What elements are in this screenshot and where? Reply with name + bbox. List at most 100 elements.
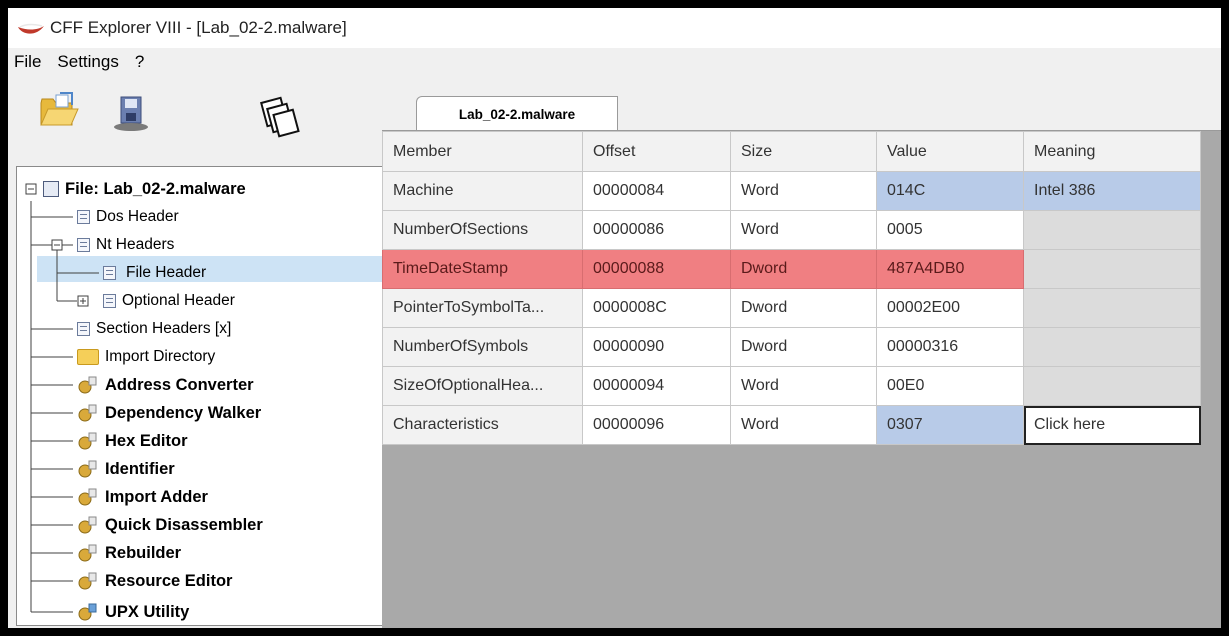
member-cell[interactable]: PointerToSymbolTa... [382, 288, 583, 328]
tree-item-identifier[interactable]: Identifier [77, 456, 175, 482]
tree-item-label: File Header [122, 264, 211, 282]
value-cell[interactable]: 00000316 [876, 327, 1024, 367]
offset-cell[interactable]: 0000008C [582, 288, 731, 328]
header-grid-area: Member Offset Size Value Meaning Machine… [382, 130, 1221, 628]
meaning-cell[interactable]: Intel 386 [1023, 171, 1201, 211]
member-cell[interactable]: Characteristics [382, 405, 583, 445]
meaning-cell [1023, 366, 1201, 406]
doc-icon [103, 294, 116, 308]
offset-cell[interactable]: 00000094 [582, 366, 731, 406]
tree-item-label: Import Directory [105, 348, 216, 365]
tree-item-file-header[interactable]: File Header [103, 260, 211, 286]
member-cell[interactable]: Machine [382, 171, 583, 211]
tree-item-label: Identifier [105, 459, 175, 478]
offset-cell[interactable]: 00000086 [582, 210, 731, 250]
file-header-table: Member Offset Size Value Meaning Machine… [382, 131, 1201, 445]
member-cell[interactable]: NumberOfSymbols [382, 327, 583, 367]
tree-item-address-converter[interactable]: Address Converter [77, 372, 254, 398]
cascade-windows-icon [260, 96, 300, 138]
window-title: CFF Explorer VIII - [Lab_02-2.malware] [50, 18, 347, 37]
tree-item-label: Rebuilder [105, 543, 182, 562]
table-row[interactable]: NumberOfSymbols 00000090 Dword 00000316 [382, 327, 1201, 367]
table-row[interactable]: Characteristics 00000096 Word 0307 Click… [382, 405, 1201, 445]
tree-item-nt-headers[interactable]: Nt Headers [77, 232, 174, 258]
tool-icon [78, 544, 97, 562]
value-cell[interactable]: 014C [876, 171, 1024, 211]
tree-item-dependency-walker[interactable]: Dependency Walker [77, 400, 261, 426]
tree-item-label: Address Converter [105, 375, 254, 394]
tree-item-hex-editor[interactable]: Hex Editor [77, 428, 188, 454]
tree-item-label: Dependency Walker [105, 403, 262, 422]
offset-cell[interactable]: 00000096 [582, 405, 731, 445]
tree-root[interactable]: File: Lab_02-2.malware [43, 176, 246, 202]
value-cell[interactable]: 00002E00 [876, 288, 1024, 328]
tree-item-rebuilder[interactable]: Rebuilder [77, 540, 181, 566]
size-cell[interactable]: Word [730, 210, 877, 250]
tool-icon [78, 603, 97, 621]
offset-cell[interactable]: 00000084 [582, 171, 731, 211]
tree-item-dos-header[interactable]: Dos Header [77, 204, 179, 230]
column-header-member[interactable]: Member [382, 131, 583, 172]
tree-item-optional-header[interactable]: Optional Header [103, 288, 235, 314]
column-header-meaning[interactable]: Meaning [1023, 131, 1201, 172]
size-cell[interactable]: Dword [730, 327, 877, 367]
member-cell[interactable]: SizeOfOptionalHea... [382, 366, 583, 406]
tree-item-label: UPX Utility [105, 602, 190, 621]
column-header-size[interactable]: Size [730, 131, 877, 172]
size-cell[interactable]: Word [730, 171, 877, 211]
tree-item-label: Resource Editor [105, 571, 233, 590]
doc-icon [103, 266, 116, 280]
tree-item-label: Optional Header [122, 292, 235, 309]
toolbar [8, 78, 380, 168]
menu-help[interactable]: ? [127, 52, 152, 72]
tree-item-import-adder[interactable]: Import Adder [77, 484, 208, 510]
tab-lab-02-2-malware[interactable]: Lab_02-2.malware [416, 96, 618, 131]
doc-icon [77, 238, 90, 252]
member-cell[interactable]: TimeDateStamp [382, 249, 583, 289]
value-cell[interactable]: 0005 [876, 210, 1024, 250]
offset-cell[interactable]: 00000090 [582, 327, 731, 367]
value-cell[interactable]: 0307 [876, 405, 1024, 445]
tree-item-import-directory[interactable]: Import Directory [77, 344, 215, 370]
tree-item-label: Nt Headers [96, 236, 175, 253]
tree-item-label: Import Adder [105, 487, 208, 506]
size-cell[interactable]: Dword [730, 288, 877, 328]
tree-item-quick-disassembler[interactable]: Quick Disassembler [77, 512, 263, 538]
offset-cell[interactable]: 00000088 [582, 249, 731, 289]
column-header-offset[interactable]: Offset [582, 131, 731, 172]
meaning-click-here-cell[interactable]: Click here [1023, 405, 1201, 445]
menu-settings[interactable]: Settings [49, 52, 126, 72]
meaning-cell [1023, 327, 1201, 367]
table-row-highlighted[interactable]: TimeDateStamp 00000088 Dword 487A4DB0 [382, 249, 1201, 289]
floppy-save-icon [114, 96, 148, 131]
menu-file[interactable]: File [8, 52, 49, 72]
table-row[interactable]: NumberOfSections 00000086 Word 0005 [382, 210, 1201, 250]
file-icon [43, 181, 59, 197]
table-row[interactable]: Machine 00000084 Word 014C Intel 386 [382, 171, 1201, 211]
folder-open-icon [40, 92, 79, 126]
save-button[interactable] [108, 90, 154, 136]
value-cell[interactable]: 487A4DB0 [876, 249, 1024, 289]
tool-icon [78, 432, 97, 450]
open-file-button[interactable] [36, 88, 82, 134]
size-cell[interactable]: Dword [730, 249, 877, 289]
tree-item-resource-editor[interactable]: Resource Editor [77, 568, 232, 594]
doc-icon [77, 322, 90, 336]
member-cell[interactable]: NumberOfSections [382, 210, 583, 250]
tree-item-section-headers[interactable]: Section Headers [x] [77, 316, 231, 342]
table-row[interactable]: PointerToSymbolTa... 0000008C Dword 0000… [382, 288, 1201, 328]
doc-icon [77, 210, 90, 224]
table-row[interactable]: SizeOfOptionalHea... 00000094 Word 00E0 [382, 366, 1201, 406]
size-cell[interactable]: Word [730, 366, 877, 406]
tree-item-upx-utility[interactable]: UPX Utility [77, 599, 189, 625]
tool-icon [78, 404, 97, 422]
column-header-value[interactable]: Value [876, 131, 1024, 172]
tool-icon [78, 460, 97, 478]
tool-icon [78, 488, 97, 506]
tree-root-label: File: Lab_02-2.malware [65, 179, 246, 198]
size-cell[interactable]: Word [730, 405, 877, 445]
folder-icon [77, 349, 99, 365]
tool-icon [78, 376, 97, 394]
value-cell[interactable]: 00E0 [876, 366, 1024, 406]
windows-button[interactable] [256, 94, 302, 140]
